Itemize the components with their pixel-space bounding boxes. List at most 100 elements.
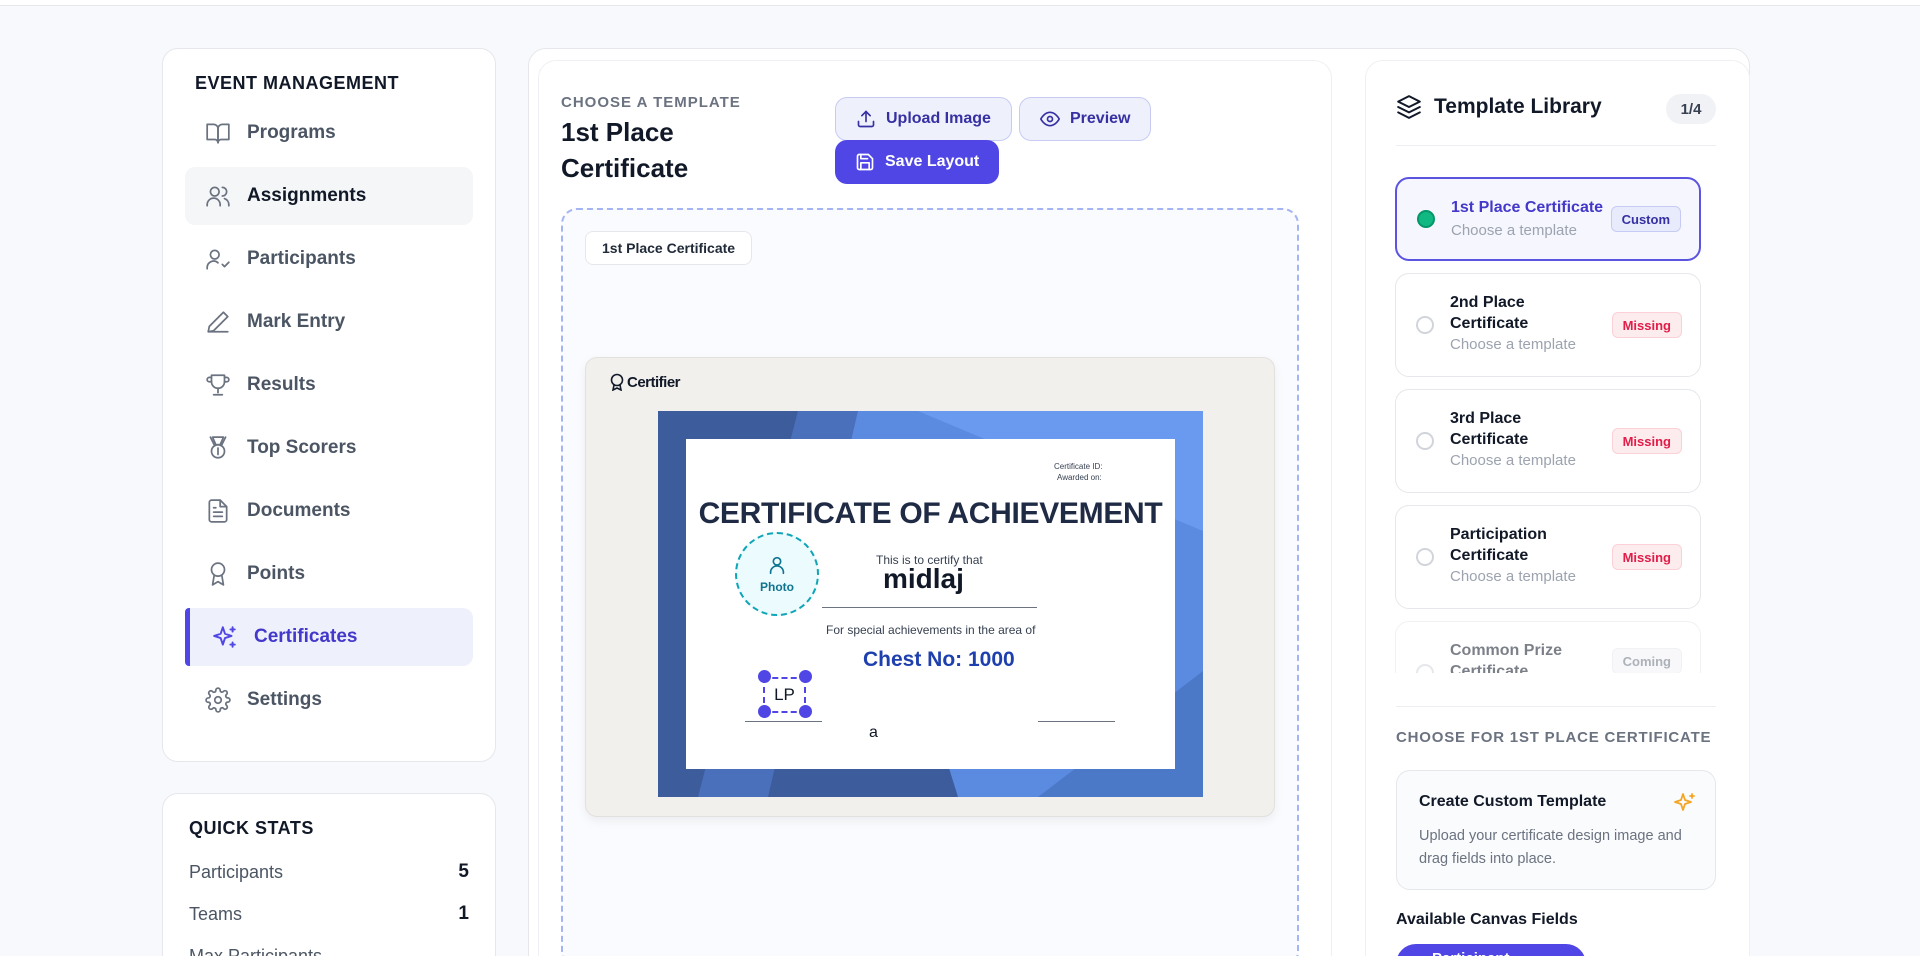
sidebar-item-participants[interactable]: Participants xyxy=(185,230,473,288)
custom-template-title: Create Custom Template xyxy=(1419,793,1607,810)
sidebar-item-label: Mark Entry xyxy=(247,311,346,332)
lp-field-label: LP xyxy=(774,685,795,704)
chest-no-field[interactable]: Chest No: 1000 xyxy=(863,648,1015,672)
radio-selected[interactable] xyxy=(1417,210,1435,228)
upload-icon xyxy=(857,110,875,128)
preview-label: Preview xyxy=(1070,110,1131,127)
sparkles-icon xyxy=(213,626,236,648)
template-name: Participation Certificate xyxy=(1450,526,1547,564)
template-list[interactable]: 1st Place Certificate Choose a template … xyxy=(1395,177,1703,673)
sidebar-item-top-scorers[interactable]: Top Scorers xyxy=(185,419,473,477)
sidebar-title: EVENT MANAGEMENT xyxy=(195,73,400,93)
status-badge: Missing xyxy=(1611,428,1682,454)
sidebar-item-label: Settings xyxy=(247,689,322,710)
canvas-template-tag: 1st Place Certificate xyxy=(585,231,753,265)
sidebar-item-label: Programs xyxy=(247,122,336,143)
layers-icon xyxy=(1397,95,1421,119)
sidebar-item-programs[interactable]: Programs xyxy=(185,104,473,162)
sidebar-item-label: Points xyxy=(247,563,306,584)
sidebar-item-settings[interactable]: Settings xyxy=(185,671,473,729)
template-item-3rd-place[interactable]: 3rd Place Certificate Choose a template … xyxy=(1395,389,1701,493)
sparkles-icon xyxy=(1674,793,1695,811)
certificate-id-text: Certificate ID: xyxy=(1054,462,1103,471)
choose-for-label: CHOOSE FOR 1ST PLACE CERTIFICATE xyxy=(1396,729,1712,746)
sidebar-item-documents[interactable]: Documents xyxy=(185,482,473,540)
sidebar-item-results[interactable]: Results xyxy=(185,356,473,414)
save-icon xyxy=(856,153,874,171)
radio-unselected[interactable] xyxy=(1416,432,1434,450)
template-sub: Choose a template xyxy=(1450,568,1576,585)
template-sub: Choose a template xyxy=(1450,452,1576,469)
text-field-a[interactable]: a xyxy=(869,724,878,742)
stat-label: Teams xyxy=(189,903,243,924)
trophy-icon xyxy=(206,374,230,396)
quick-stats-panel: QUICK STATS Participants 5 Teams 1 Max P… xyxy=(162,793,496,956)
special-achievements-text: For special achievements in the area of xyxy=(826,623,1036,637)
stat-row-max-participants: Max Participants xyxy=(189,935,469,956)
stat-label: Max Participants xyxy=(189,945,323,956)
certificate-id-label: Certificate ID: Awarded on: xyxy=(1054,461,1102,483)
stat-label: Participants xyxy=(189,861,284,882)
top-bar xyxy=(0,0,1920,6)
certifier-logo-icon xyxy=(610,373,624,391)
user-icon xyxy=(769,556,785,575)
create-custom-template-card[interactable]: Create Custom Template Upload your certi… xyxy=(1396,770,1716,890)
template-item-common-prize[interactable]: Common Prize Certificate Coming xyxy=(1395,621,1701,673)
radio-unselected[interactable] xyxy=(1416,664,1434,673)
template-name: Common Prize Certificate xyxy=(1450,642,1563,673)
editor-eyebrow: CHOOSE A TEMPLATE xyxy=(561,94,741,111)
stat-row-teams: Teams 1 xyxy=(189,893,469,935)
stat-row-participants: Participants 5 xyxy=(189,851,469,893)
field-participant-name-button[interactable]: Participant Name xyxy=(1396,944,1586,956)
certificate-heading: CERTIFICATE OF ACHIEVEMENT xyxy=(698,497,1163,530)
preview-button[interactable]: Preview xyxy=(1019,97,1152,141)
sidebar-item-assignments[interactable]: Assignments xyxy=(185,167,473,225)
users-icon xyxy=(206,186,230,207)
template-count-badge: 1/4 xyxy=(1666,94,1716,124)
sidebar-item-label: Documents xyxy=(247,500,351,521)
stat-value: 1 xyxy=(458,903,469,924)
eye-icon xyxy=(1040,111,1060,127)
sidebar-item-label: Certificates xyxy=(254,626,358,647)
custom-template-desc: Upload your certificate design image and… xyxy=(1419,828,1682,867)
gear-icon xyxy=(205,687,231,713)
radio-unselected[interactable] xyxy=(1416,316,1434,334)
sidebar-item-certificates[interactable]: Certificates xyxy=(185,608,473,666)
radio-unselected[interactable] xyxy=(1416,548,1434,566)
upload-image-button[interactable]: Upload Image xyxy=(835,97,1012,141)
resize-handle-top-left[interactable] xyxy=(758,670,771,683)
template-sub: Choose a template xyxy=(1451,222,1577,239)
book-icon xyxy=(206,123,230,144)
upload-image-label: Upload Image xyxy=(886,110,991,127)
save-layout-button[interactable]: Save Layout xyxy=(835,140,1000,184)
template-item-participation[interactable]: Participation Certificate Choose a templ… xyxy=(1395,505,1701,609)
document-icon xyxy=(208,499,228,523)
user-check-icon xyxy=(206,249,230,270)
sidebar-item-label: Results xyxy=(247,374,316,395)
template-name: 1st Place Certificate xyxy=(1451,199,1604,216)
page-title: 1st Place Certificate xyxy=(561,117,689,183)
resize-handle-bottom-right[interactable] xyxy=(799,705,812,718)
signature-line-right xyxy=(1038,721,1115,722)
template-library-header: Template Library xyxy=(1396,94,1602,120)
available-fields-label: Available Canvas Fields xyxy=(1396,911,1578,928)
signature-line-left xyxy=(745,721,822,722)
template-name: 3rd Place Certificate xyxy=(1450,410,1529,448)
participant-name-field[interactable]: midlaj xyxy=(883,563,964,595)
award-icon xyxy=(210,562,226,586)
sidebar-item-label: Top Scorers xyxy=(247,437,357,458)
sidebar-item-points[interactable]: Points xyxy=(185,545,473,603)
library-divider-top xyxy=(1396,145,1716,146)
resize-handle-top-right[interactable] xyxy=(799,670,812,683)
awarded-on-text: Awarded on: xyxy=(1057,473,1102,482)
template-item-1st-place[interactable]: 1st Place Certificate Choose a template … xyxy=(1395,177,1701,261)
template-name: 2nd Place Certificate xyxy=(1450,294,1529,332)
certifier-logo: Certifier xyxy=(610,373,681,391)
resize-handle-bottom-left[interactable] xyxy=(758,705,771,718)
status-badge: Coming xyxy=(1611,648,1682,673)
pen-icon xyxy=(207,311,229,333)
photo-field[interactable]: Photo xyxy=(735,532,819,616)
sidebar-item-mark-entry[interactable]: Mark Entry xyxy=(185,293,473,351)
sidebar-item-label: Assignments xyxy=(247,185,367,206)
template-item-2nd-place[interactable]: 2nd Place Certificate Choose a template … xyxy=(1395,273,1701,377)
